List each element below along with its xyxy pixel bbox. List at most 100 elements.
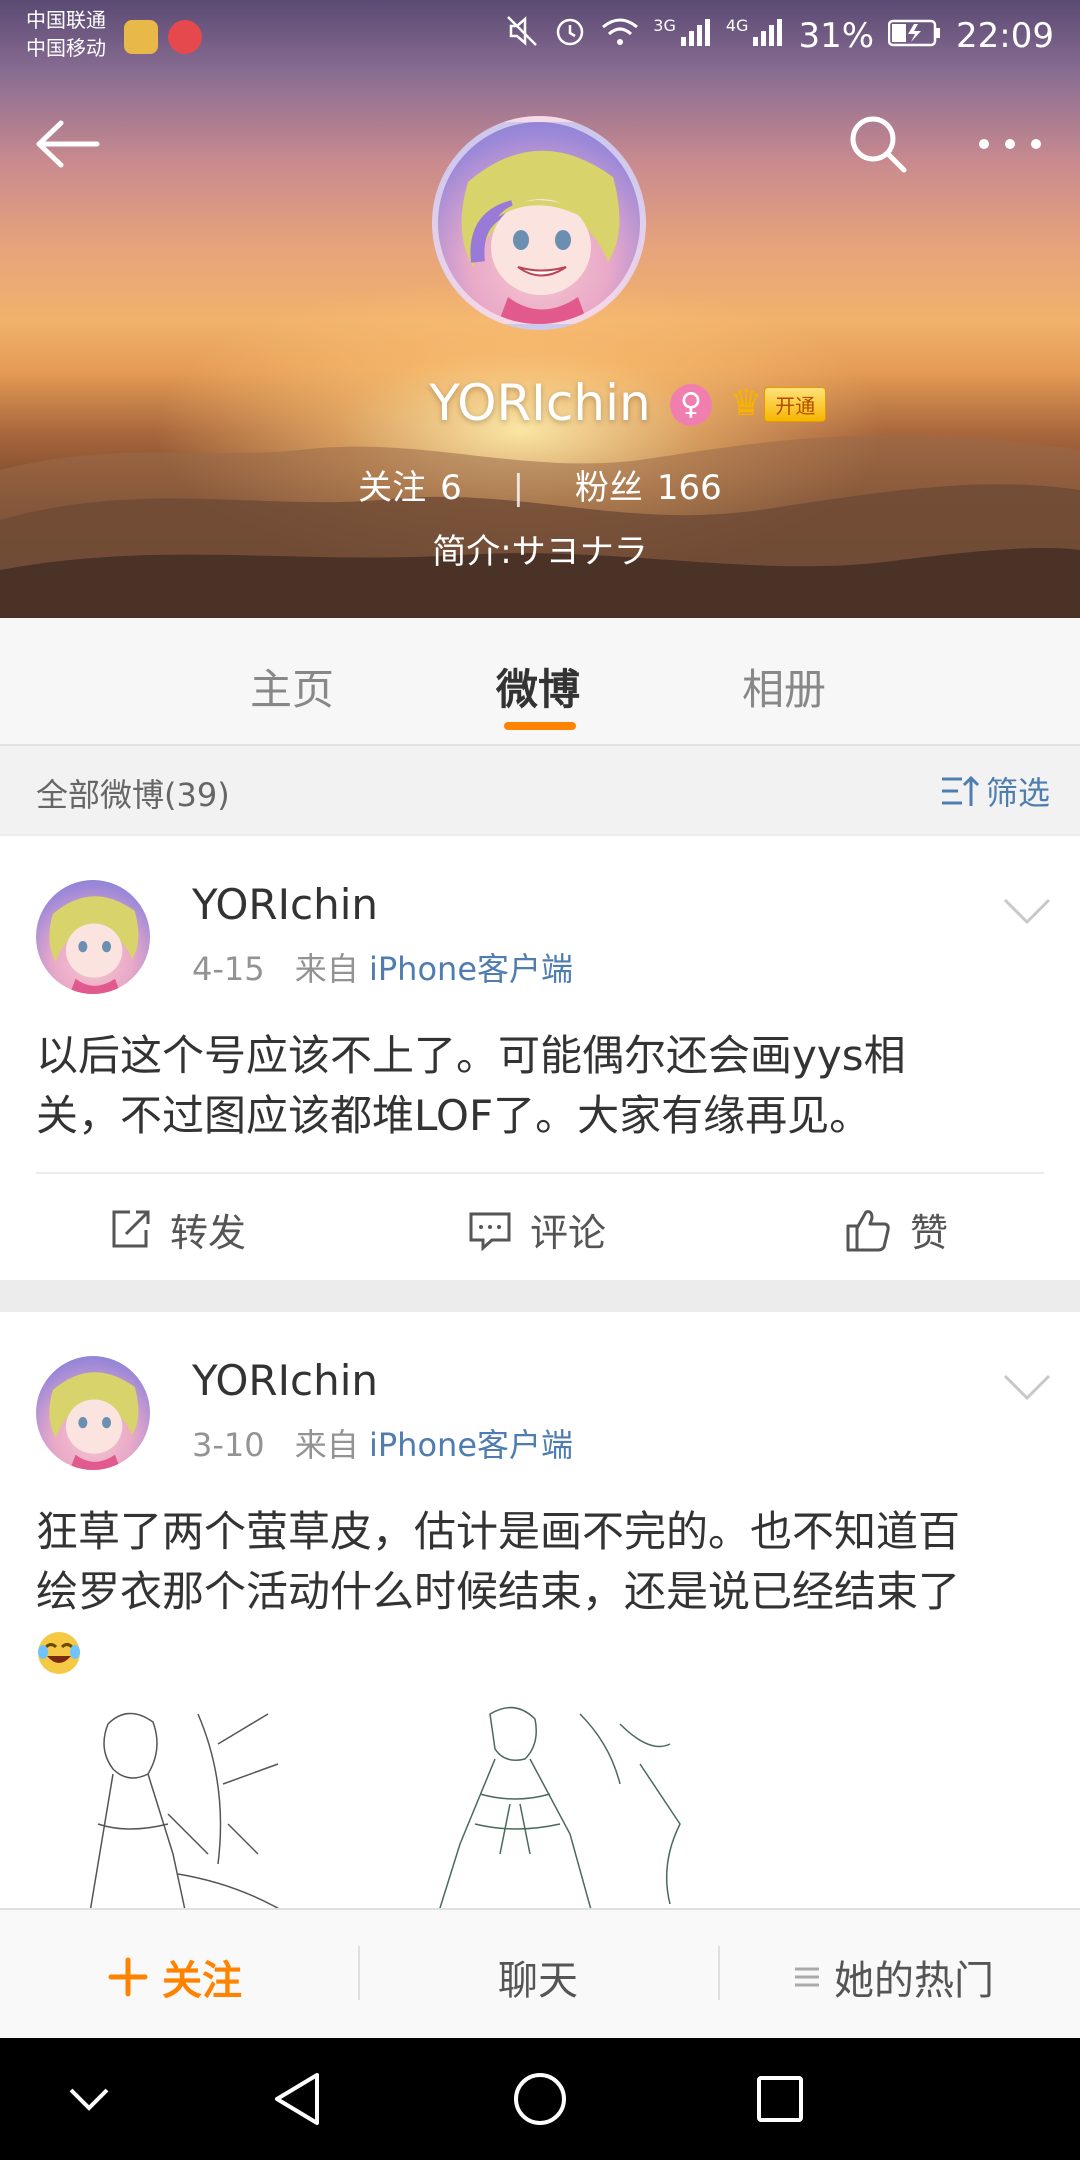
post-text: 狂草了两个萤草皮，估计是画不完的。也不知道百 绘罗衣那个活动什么时候结束，还是说… bbox=[36, 1502, 1046, 1682]
sketch-drawing-1 bbox=[89, 1712, 280, 1908]
post-source-prefix: 来自 bbox=[294, 1426, 359, 1464]
repost-button[interactable]: 转发 bbox=[108, 1202, 246, 1257]
profile-tabs: 主页 微博 相册 bbox=[0, 618, 1080, 746]
carrier-1: 中国联通 bbox=[26, 8, 106, 32]
post-text-line: 以后这个号应该不上了。可能偶尔还会画yys相 bbox=[36, 1031, 906, 1080]
profile-bio: 简介:サヨナラ bbox=[432, 532, 648, 572]
filter-label: 筛选 bbox=[985, 774, 1050, 812]
search-button[interactable] bbox=[838, 104, 918, 184]
post-text-line: 狂草了两个萤草皮，估计是画不完的。也不知道百 bbox=[36, 1507, 961, 1556]
system-navigation-bar bbox=[0, 2038, 1080, 2160]
hot-posts-label: 她的热门 bbox=[834, 1958, 994, 2004]
like-button[interactable]: 赞 bbox=[844, 1202, 948, 1257]
more-button[interactable] bbox=[970, 104, 1050, 184]
clock: 22:09 bbox=[956, 15, 1054, 56]
carrier-2: 中国移动 bbox=[26, 36, 106, 60]
follow-stats: 关注 6 | 粉丝 166 bbox=[0, 460, 1080, 509]
status-icons: 3G 4G 31% 22:09 bbox=[505, 14, 1054, 57]
sketch-drawing-2 bbox=[439, 1706, 681, 1908]
more-dots-icon bbox=[979, 139, 1041, 149]
chevron-down-icon[interactable] bbox=[1002, 896, 1052, 926]
post-date: 4-15 bbox=[192, 950, 265, 988]
post-avatar[interactable] bbox=[36, 1356, 150, 1470]
followers-count: 166 bbox=[656, 468, 722, 508]
post-author[interactable]: YORIchin bbox=[192, 880, 378, 929]
post-source[interactable]: iPhone客户端 bbox=[369, 1426, 573, 1464]
bottom-bar-divider bbox=[718, 1946, 720, 2000]
following-link[interactable]: 关注 6 bbox=[358, 468, 462, 508]
nav-home-button[interactable] bbox=[505, 2064, 575, 2134]
bottom-bar-divider bbox=[358, 1946, 360, 2000]
chat-label: 聊天 bbox=[498, 1958, 578, 2004]
filter-icon bbox=[941, 775, 980, 806]
back-button[interactable] bbox=[28, 104, 108, 184]
followers-link[interactable]: 粉丝 166 bbox=[575, 468, 722, 508]
laughing-crying-emoji-icon bbox=[36, 1622, 1046, 1682]
battery-percent: 31% bbox=[798, 15, 875, 56]
avatar-thumbnail bbox=[49, 1372, 139, 1470]
comment-label: 评论 bbox=[530, 1211, 607, 1255]
alarm-icon bbox=[553, 14, 587, 57]
search-icon bbox=[850, 116, 907, 173]
post-source[interactable]: iPhone客户端 bbox=[369, 950, 573, 988]
thumbs-up-icon bbox=[846, 1209, 890, 1251]
all-posts-count: 全部微博(39) bbox=[36, 776, 230, 814]
wifi-icon bbox=[601, 16, 639, 56]
post-date: 3-10 bbox=[192, 1426, 265, 1464]
profile-username: YORIchin bbox=[429, 374, 651, 432]
nav-recents-button[interactable] bbox=[745, 2064, 815, 2134]
post-author[interactable]: YORIchin bbox=[192, 1356, 378, 1405]
plus-icon bbox=[108, 1957, 148, 1997]
post-image-thumbnail[interactable] bbox=[420, 1704, 720, 1908]
filter-bar: 全部微博(39) 筛选 bbox=[0, 746, 1080, 834]
like-label: 赞 bbox=[910, 1211, 949, 1255]
post-card[interactable]: YORIchin 3-10 来自 iPhone客户端 狂草了两个萤草皮，估计是画… bbox=[0, 1312, 1080, 1908]
crown-icon: ♛ bbox=[730, 383, 763, 424]
avatar-illustration bbox=[461, 150, 620, 324]
weibo-notification-icon bbox=[168, 20, 202, 54]
chat-button[interactable]: 聊天 bbox=[498, 1948, 578, 2006]
profile-avatar[interactable] bbox=[432, 116, 646, 330]
filter-button[interactable]: 筛选 bbox=[940, 768, 1050, 814]
tab-home[interactable]: 主页 bbox=[250, 656, 334, 717]
signal-icon-2 bbox=[752, 16, 784, 56]
follow-label: 关注 bbox=[162, 1958, 242, 2004]
signal-icon-1 bbox=[680, 16, 712, 56]
square-recents-icon bbox=[757, 2076, 803, 2122]
carrier-info: 中国联通 中国移动 bbox=[26, 6, 106, 62]
triangle-back-icon bbox=[275, 2073, 319, 2125]
post-text-line: 关，不过图应该都堆LOF了。大家有缘再见。 bbox=[36, 1091, 872, 1140]
tab-weibo[interactable]: 微博 bbox=[496, 656, 580, 717]
post-text: 以后这个号应该不上了。可能偶尔还会画yys相 关，不过图应该都堆LOF了。大家有… bbox=[36, 1026, 1046, 1146]
chevron-down-icon[interactable] bbox=[1002, 1372, 1052, 1402]
network-type-2: 4G bbox=[725, 16, 749, 35]
follow-button[interactable]: 关注 bbox=[108, 1948, 242, 2006]
post-divider bbox=[36, 1172, 1044, 1174]
repost-label: 转发 bbox=[170, 1211, 247, 1255]
post-image-thumbnail[interactable] bbox=[68, 1704, 368, 1908]
network-type-1: 3G bbox=[653, 16, 676, 35]
post-meta: 4-15 来自 iPhone客户端 bbox=[192, 944, 573, 990]
comment-button[interactable]: 评论 bbox=[468, 1202, 606, 1257]
avatar-thumbnail bbox=[49, 896, 139, 994]
post-source-prefix: 来自 bbox=[294, 950, 359, 988]
status-bar: 中国联通 中国移动 3G 4G 31% 22:09 bbox=[0, 0, 1080, 72]
post-text-line: 绘罗衣那个活动什么时候结束，还是说已经结束了 bbox=[36, 1567, 961, 1616]
comment-icon bbox=[469, 1212, 511, 1251]
female-gender-icon: ♀ bbox=[670, 384, 712, 426]
list-icon bbox=[795, 1967, 819, 1987]
chevron-down-icon bbox=[69, 2088, 109, 2111]
bottom-action-bar: 关注 聊天 她的热门 bbox=[0, 1908, 1080, 2040]
tab-album[interactable]: 相册 bbox=[742, 656, 826, 717]
circle-home-icon bbox=[514, 2073, 566, 2125]
stats-separator: | bbox=[512, 468, 525, 508]
vip-open-badge[interactable]: ♛ 开通 bbox=[730, 383, 827, 424]
battery-charging-icon bbox=[887, 16, 942, 56]
post-card[interactable]: YORIchin 4-15 来自 iPhone客户端 以后这个号应该不上了。可能… bbox=[0, 836, 1080, 1280]
hide-nav-button[interactable] bbox=[54, 2064, 124, 2134]
post-avatar[interactable] bbox=[36, 880, 150, 994]
back-arrow-icon bbox=[36, 120, 100, 168]
hot-posts-button[interactable]: 她的热门 bbox=[794, 1948, 994, 2006]
active-tab-indicator bbox=[504, 722, 576, 730]
nav-back-button[interactable] bbox=[262, 2064, 332, 2134]
